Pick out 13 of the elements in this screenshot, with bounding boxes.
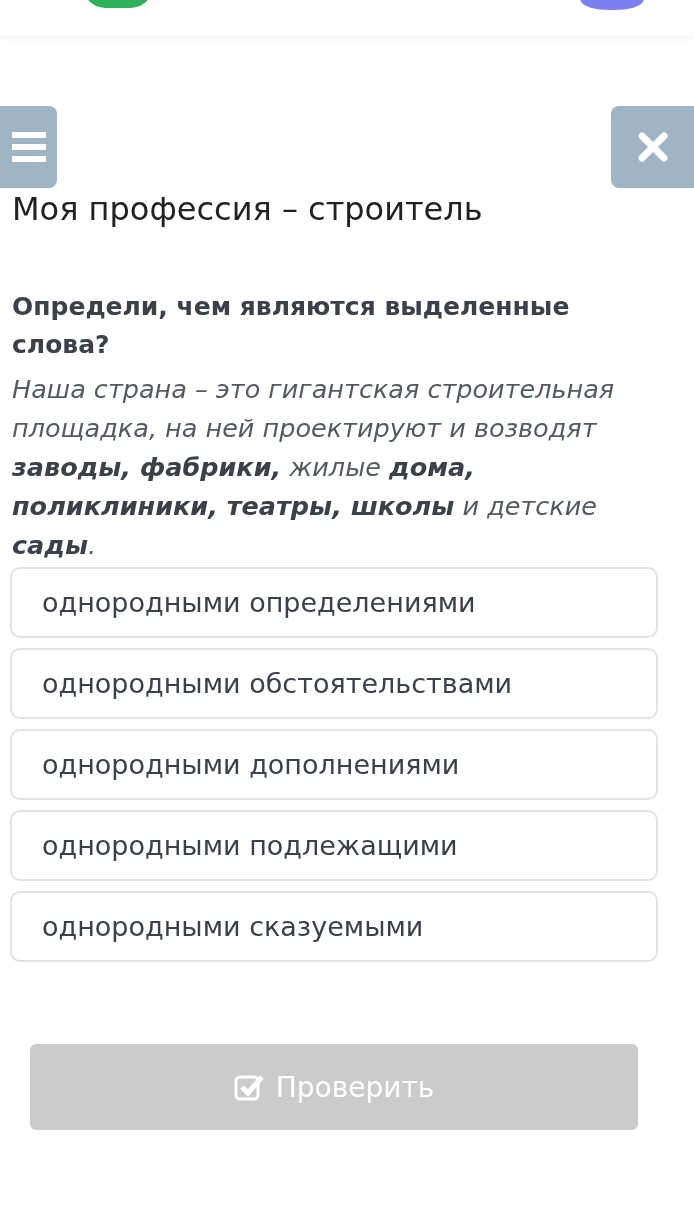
passage-text: Наша страна – это гигантская строительная площадка, на ней проектируют и возводят заводы, фабрики, жилые дома, поликлиники, театры, школы и детские сады. — [11, 373, 616, 562]
menu-button[interactable] — [0, 106, 57, 188]
question-text: Определи, чем являются выделенные слова? — [11, 291, 571, 361]
close-button[interactable] — [611, 106, 694, 188]
lesson-title: Моя профессия – строитель — [11, 190, 484, 228]
close-icon — [637, 132, 668, 162]
answer-option[interactable]: однородными сказуемыми — [10, 891, 658, 962]
checkbox-icon — [233, 1073, 264, 1101]
answer-option[interactable]: однородными подлежащими — [10, 810, 658, 881]
answer-option[interactable]: однородными дополнениями — [10, 729, 658, 800]
menu-icon — [11, 132, 46, 162]
answer-option[interactable]: однородными определениями — [10, 567, 658, 638]
answer-option[interactable]: однородными обстоятельствами — [10, 648, 658, 719]
